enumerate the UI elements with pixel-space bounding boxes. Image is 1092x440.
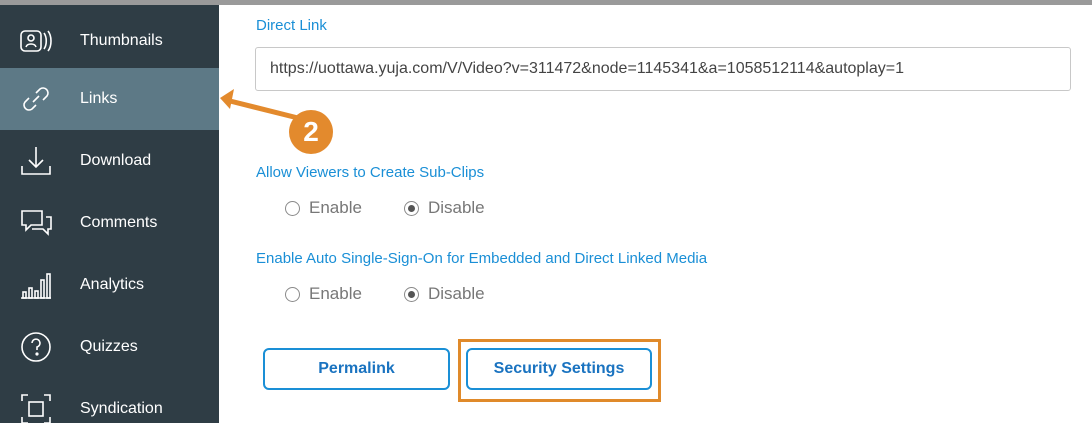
sidebar: Thumbnails Links Download Comments Analy… xyxy=(0,5,219,424)
radio-label: Enable xyxy=(309,198,362,217)
sidebar-item-analytics[interactable]: Analytics xyxy=(0,254,219,316)
radio-circle xyxy=(285,286,300,302)
sidebar-item-label: Comments xyxy=(80,214,158,231)
sidebar-item-label: Quizzes xyxy=(80,338,138,355)
syndication-icon xyxy=(18,391,54,427)
radio-label: Enable xyxy=(309,284,362,303)
sso-radio-group: Enable Disable xyxy=(285,284,527,304)
sidebar-item-syndication[interactable]: Syndication xyxy=(0,378,219,440)
sidebar-item-comments[interactable]: Comments xyxy=(0,192,219,254)
radio-label: Disable xyxy=(427,284,485,303)
step-callout: 2 xyxy=(289,110,333,154)
sso-label: Enable Auto Single-Sign-On for Embedded … xyxy=(256,250,708,267)
sso-disable-radio[interactable]: Disable xyxy=(403,284,485,304)
thumbnails-icon xyxy=(18,23,54,59)
link-icon xyxy=(18,81,54,117)
analytics-icon xyxy=(18,267,54,303)
security-settings-button[interactable]: Security Settings xyxy=(466,348,652,390)
sidebar-item-label: Download xyxy=(80,152,152,169)
comments-icon xyxy=(18,205,54,241)
subclips-enable-radio[interactable]: Enable xyxy=(285,198,362,218)
sidebar-item-download[interactable]: Download xyxy=(0,130,219,192)
quiz-icon xyxy=(18,329,54,365)
sidebar-item-quizzes[interactable]: Quizzes xyxy=(0,316,219,378)
links-panel: Direct Link https://uottawa.yuja.com/V/V… xyxy=(219,5,1092,423)
direct-link-field[interactable]: https://uottawa.yuja.com/V/Video?v=31147… xyxy=(255,47,1071,91)
permalink-button[interactable]: Permalink xyxy=(263,348,450,390)
radio-circle xyxy=(403,286,419,302)
subclips-radio-group: Enable Disable xyxy=(285,198,527,218)
subclips-disable-radio[interactable]: Disable xyxy=(403,198,485,218)
download-icon xyxy=(18,143,54,179)
sidebar-item-thumbnails[interactable]: Thumbnails xyxy=(0,10,219,72)
radio-circle xyxy=(285,200,300,216)
sidebar-item-links[interactable]: Links xyxy=(0,68,219,130)
sidebar-item-label: Thumbnails xyxy=(80,32,163,49)
radio-circle xyxy=(403,200,419,216)
sidebar-item-label: Analytics xyxy=(80,276,145,293)
sidebar-item-label: Links xyxy=(80,90,118,107)
direct-link-label: Direct Link xyxy=(256,17,327,34)
subclips-label: Allow Viewers to Create Sub-Clips xyxy=(256,164,485,181)
sso-enable-radio[interactable]: Enable xyxy=(285,284,362,304)
radio-label: Disable xyxy=(427,198,485,217)
sidebar-item-label: Syndication xyxy=(80,400,163,417)
